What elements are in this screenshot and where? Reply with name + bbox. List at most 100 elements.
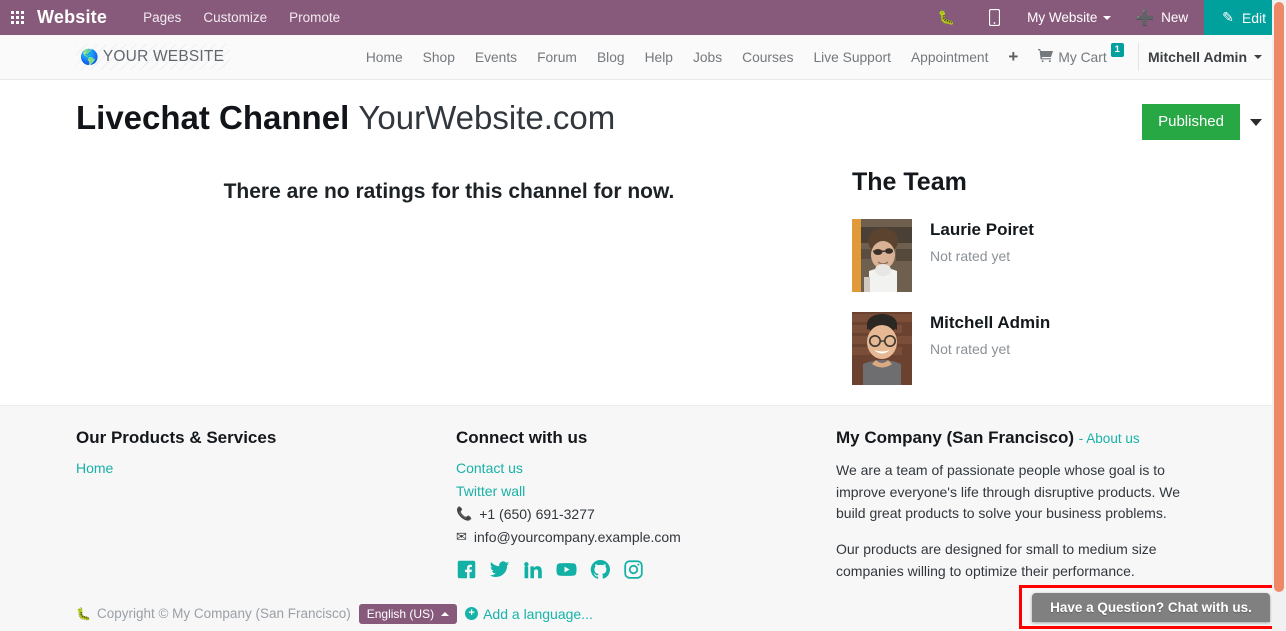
new-button[interactable]: ➕ New: [1119, 0, 1204, 35]
twitter-icon[interactable]: [489, 559, 510, 580]
language-selector-label: English (US): [366, 606, 435, 621]
website-header: 🌎 YOUR WEBSITE Home Shop Events Forum Bl…: [0, 35, 1286, 80]
footer-company-paragraph-2: Our products are designed for small to m…: [836, 541, 1157, 579]
nav-item-jobs[interactable]: Jobs: [683, 50, 732, 65]
mobile-preview-icon[interactable]: [972, 0, 1017, 35]
team-member-rating: Not rated yet: [930, 248, 1011, 265]
avatar-laurie-poiret: [852, 219, 912, 292]
linkedin-icon[interactable]: [522, 559, 543, 580]
my-cart-label: My Cart: [1058, 49, 1107, 65]
website-selector[interactable]: My Website: [1017, 0, 1119, 35]
top-bar-right: 🐛 My Website ➕ New ✎ Edit: [921, 0, 1286, 35]
copyright-text: Copyright © My Company (San Francisco): [96, 606, 351, 621]
add-page-plus-icon[interactable]: +: [998, 47, 1028, 67]
publish-controls: Published: [1142, 98, 1272, 140]
chevron-down-icon: [1254, 55, 1262, 59]
avatar-mitchell-admin: [852, 312, 912, 385]
team-member-name: Laurie Poiret: [930, 220, 1034, 239]
team-member-rating: Not rated yet: [930, 341, 1011, 358]
globe-icon: 🌎: [80, 48, 99, 66]
page-title: Livechat Channel YourWebsite.com: [76, 98, 615, 138]
nav-item-home[interactable]: Home: [356, 50, 413, 65]
pencil-icon: ✎: [1222, 9, 1234, 25]
odoo-top-bar: Website Pages Customize Promote 🐛 My Web…: [0, 0, 1286, 35]
nav-item-shop[interactable]: Shop: [413, 50, 465, 65]
no-ratings-message: There are no ratings for this channel fo…: [223, 180, 675, 203]
team-member-row: Mitchell Admin Not rated yet: [852, 312, 1272, 385]
footer-company-paragraph-1: We are a team of passionate people whose…: [836, 462, 1181, 522]
plus-circle-icon: +: [465, 607, 479, 620]
ratings-column: There are no ratings for this channel fo…: [76, 168, 852, 405]
nav-item-courses[interactable]: Courses: [732, 50, 803, 65]
nav-item-forum[interactable]: Forum: [527, 50, 587, 65]
user-menu[interactable]: Mitchell Admin: [1148, 49, 1272, 65]
envelope-icon: ✉: [456, 529, 467, 544]
nav-item-events[interactable]: Events: [465, 50, 527, 65]
footer-link-twitter-wall[interactable]: Twitter wall: [456, 483, 836, 499]
team-heading: The Team: [852, 168, 967, 196]
nav-item-live-support[interactable]: Live Support: [803, 50, 900, 65]
browser-viewport: Website Pages Customize Promote 🐛 My Web…: [0, 0, 1286, 631]
bug-icon: 🐛: [76, 606, 91, 621]
footer-social-links: [456, 559, 836, 580]
site-logo-text: YOUR WEBSITE: [102, 48, 225, 65]
team-member-info: Mitchell Admin Not rated yet: [930, 312, 1050, 357]
menu-item-promote[interactable]: Promote: [289, 10, 340, 25]
footer-phone: 📞 +1 (650) 691-3277: [456, 506, 836, 522]
github-icon[interactable]: [590, 559, 611, 580]
facebook-icon[interactable]: [456, 559, 477, 580]
footer-phone-value: +1 (650) 691-3277: [479, 506, 595, 522]
add-language-button[interactable]: + Add a language...: [465, 606, 593, 622]
instagram-icon[interactable]: [623, 559, 644, 580]
team-member-row: Laurie Poiret Not rated yet: [852, 219, 1272, 292]
phone-icon: 📞: [456, 506, 473, 521]
shopping-cart-icon: [1038, 49, 1054, 65]
edit-button-label: Edit: [1241, 9, 1266, 26]
footer-company-column: My Company (San Francisco) - About us We…: [836, 428, 1272, 596]
my-cart-link[interactable]: My Cart 1: [1028, 43, 1131, 65]
vertical-scrollbar-thumb[interactable]: [1274, 2, 1284, 592]
livechat-button[interactable]: Have a Question? Chat with us.: [1032, 593, 1270, 622]
copyright-text-wrap: 🐛 Copyright © My Company (San Francisco): [76, 606, 351, 621]
plus-icon: ➕: [1135, 9, 1155, 27]
footer-about-us-link[interactable]: - About us: [1079, 431, 1140, 446]
website-selector-label: My Website: [1027, 10, 1098, 25]
chevron-up-icon: [441, 611, 450, 616]
cart-count-badge: 1: [1110, 43, 1124, 57]
site-logo[interactable]: 🌎 YOUR WEBSITE: [76, 44, 231, 70]
footer-company-title: My Company (San Francisco) - About us: [836, 428, 1212, 448]
menu-item-customize[interactable]: Customize: [203, 10, 267, 25]
nav-item-appointment[interactable]: Appointment: [901, 50, 998, 65]
menu-item-pages[interactable]: Pages: [143, 10, 181, 25]
footer-connect-column: Connect with us Contact us Twitter wall …: [456, 428, 836, 596]
user-menu-label: Mitchell Admin: [1147, 49, 1247, 65]
footer-link-home[interactable]: Home: [76, 460, 456, 476]
site-nav: Home Shop Events Forum Blog Help Jobs Co…: [356, 43, 1272, 71]
footer-email: ✉ info@yourcompany.example.com: [456, 529, 836, 545]
app-name[interactable]: Website: [37, 7, 107, 28]
nav-item-help[interactable]: Help: [635, 50, 683, 65]
site-footer: Our Products & Services Home Connect wit…: [0, 405, 1286, 607]
new-button-label: New: [1161, 10, 1189, 25]
youtube-icon[interactable]: [555, 559, 578, 580]
apps-grid-icon[interactable]: [0, 0, 34, 35]
main-content: There are no ratings for this channel fo…: [0, 150, 1286, 405]
chevron-down-icon: [1103, 15, 1112, 20]
publish-status-button[interactable]: Published: [1142, 104, 1240, 140]
footer-company-name: My Company (San Francisco): [836, 428, 1075, 447]
backend-menu: Pages Customize Promote: [143, 10, 340, 25]
page-title-subtitle: YourWebsite.com: [358, 99, 616, 136]
footer-connect-title: Connect with us: [456, 428, 588, 447]
add-language-label: Add a language...: [483, 605, 593, 622]
footer-email-value: info@yourcompany.example.com: [473, 529, 681, 545]
language-selector[interactable]: English (US): [358, 603, 458, 624]
page-title-row: Livechat Channel YourWebsite.com Publish…: [0, 80, 1286, 150]
team-member-name: Mitchell Admin: [930, 313, 1051, 332]
nav-item-blog[interactable]: Blog: [587, 50, 635, 65]
footer-link-contact-us[interactable]: Contact us: [456, 460, 836, 476]
team-member-info: Laurie Poiret Not rated yet: [930, 219, 1034, 264]
bug-icon[interactable]: 🐛: [921, 0, 972, 35]
publish-dropdown-caret-icon[interactable]: [1250, 118, 1262, 126]
footer-products-column: Our Products & Services Home: [76, 428, 456, 596]
team-column: The Team Laurie Poiret Not rated yet Mit…: [852, 168, 1272, 405]
